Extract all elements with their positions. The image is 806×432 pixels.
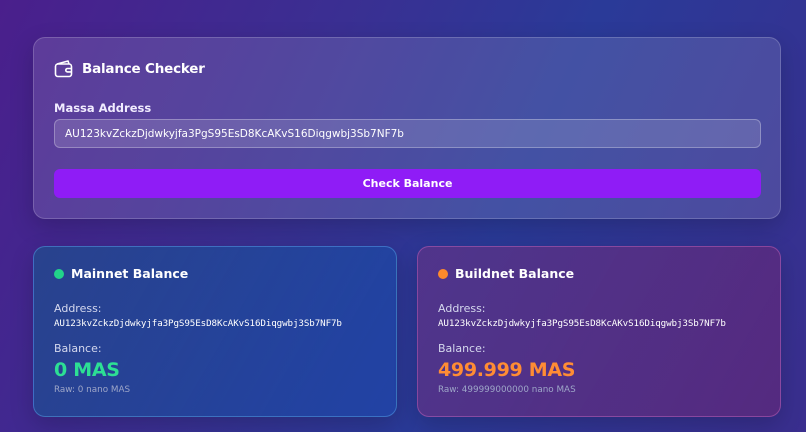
buildnet-balance-label: Balance: [438, 342, 486, 355]
mainnet-balance-value: 0 MAS [54, 359, 120, 381]
wallet-icon [54, 60, 73, 78]
buildnet-address-label: Address: [438, 302, 486, 315]
mainnet-address-label: Address: [54, 302, 102, 315]
mainnet-address-value: AU123kvZckzDjdwkyjfa3PgS95EsD8KcAKvS16Di… [54, 318, 342, 329]
buildnet-balance-card: Buildnet Balance Address: AU123kvZckzDjd… [417, 246, 781, 417]
mainnet-balance-label: Balance: [54, 342, 102, 355]
mainnet-header: Mainnet Balance [54, 266, 188, 281]
buildnet-balance-value: 499.999 MAS [438, 359, 576, 381]
mainnet-status-dot-icon [54, 268, 64, 279]
mainnet-title: Mainnet Balance [71, 266, 189, 281]
balance-checker-card: Balance Checker Massa Address Check Bala… [33, 37, 781, 219]
buildnet-status-dot-icon [438, 268, 448, 279]
check-balance-button[interactable]: Check Balance [54, 169, 761, 198]
massa-address-input[interactable] [54, 119, 761, 148]
mainnet-raw-balance: Raw: 0 nano MAS [54, 385, 131, 395]
buildnet-title: Buildnet Balance [455, 266, 575, 281]
buildnet-address-value: AU123kvZckzDjdwkyjfa3PgS95EsD8KcAKvS16Di… [438, 318, 726, 329]
buildnet-raw-balance: Raw: 499999000000 nano MAS [438, 385, 576, 395]
balance-checker-title: Balance Checker [82, 61, 205, 77]
mainnet-balance-card: Mainnet Balance Address: AU123kvZckzDjdw… [33, 246, 397, 417]
buildnet-header: Buildnet Balance [438, 266, 574, 281]
balance-checker-header: Balance Checker [54, 60, 205, 78]
massa-address-label: Massa Address [54, 101, 152, 115]
